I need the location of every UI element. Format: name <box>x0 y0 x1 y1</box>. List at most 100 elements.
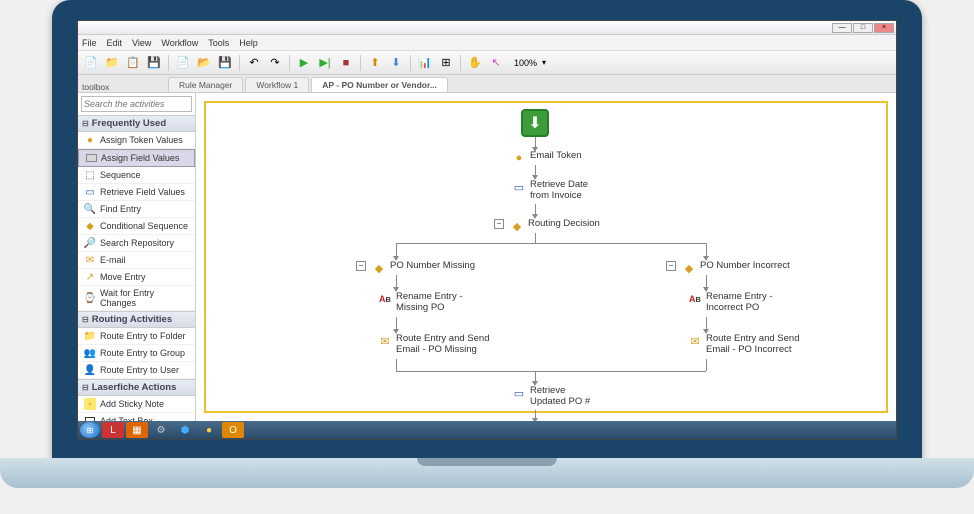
tool-route-user[interactable]: 👤Route Entry to User <box>78 362 195 379</box>
rename-icon: AB <box>688 292 702 306</box>
tb-stop-icon[interactable]: ■ <box>337 54 355 72</box>
taskbar-app-3[interactable]: ⚙ <box>150 422 172 438</box>
tool-text-box[interactable]: Add Text Box <box>78 413 195 421</box>
close-button[interactable]: × <box>874 23 894 33</box>
tb-new-icon[interactable]: 📄 <box>174 54 192 72</box>
tb-icon-4[interactable]: 💾 <box>145 54 163 72</box>
menu-view[interactable]: View <box>132 38 151 48</box>
category-routing[interactable]: Routing Activities <box>78 311 195 328</box>
tb-check-icon[interactable]: ⬇ <box>387 54 405 72</box>
conditional-icon: ◆ <box>84 220 96 232</box>
document-tabs: toolbox Rule Manager Workflow 1 AP - PO … <box>78 75 896 93</box>
menu-edit[interactable]: Edit <box>107 38 123 48</box>
email-icon: ✉ <box>84 254 96 266</box>
retrieve-icon: ▭ <box>512 386 526 400</box>
tb-save-icon[interactable]: 💾 <box>216 54 234 72</box>
tool-route-group[interactable]: 👥Route Entry to Group <box>78 345 195 362</box>
tool-route-folder[interactable]: 📁Route Entry to Folder <box>78 328 195 345</box>
tool-sequence[interactable]: ⬚Sequence <box>78 167 195 184</box>
node-retrieve-po[interactable]: ▭ Retrieve Updated PO # <box>512 386 590 408</box>
tool-find-entry[interactable]: 🔍Find Entry <box>78 201 195 218</box>
route-folder-icon: 📁 <box>84 330 96 342</box>
tb-open-icon[interactable]: 📂 <box>195 54 213 72</box>
node-po-incorrect[interactable]: − ◆ PO Number Incorrect <box>666 261 790 275</box>
app-window: — □ × File Edit View Workflow Tools Help… <box>77 20 897 440</box>
tool-sticky-note[interactable]: ▪Add Sticky Note <box>78 396 195 413</box>
node-rename-incorrect[interactable]: AB Rename Entry - Incorrect PO <box>688 292 773 314</box>
wait-icon: ⌚ <box>84 292 96 304</box>
move-icon: ↗ <box>84 271 96 283</box>
start-arrow-icon: ⬇ <box>528 113 541 133</box>
diamond-icon: ◆ <box>372 261 386 275</box>
collapse-icon[interactable]: − <box>494 219 504 229</box>
taskbar-app-6[interactable]: O <box>222 422 244 438</box>
tab-workflow-1[interactable]: Workflow 1 <box>245 77 309 92</box>
node-routing-decision[interactable]: − ◆ Routing Decision <box>494 219 600 233</box>
minimize-button[interactable]: — <box>832 23 852 33</box>
taskbar-app-5[interactable]: ● <box>198 422 220 438</box>
tb-redo-icon[interactable]: ↷ <box>266 54 284 72</box>
node-route-incorrect[interactable]: ✉ Route Entry and Send Email - PO Incorr… <box>688 334 799 356</box>
tb-cursor-icon[interactable]: ↖ <box>487 54 505 72</box>
tool-assign-field[interactable]: Assign Field Values <box>78 149 195 167</box>
retrieve-icon: ▭ <box>84 186 96 198</box>
menu-help[interactable]: Help <box>239 38 258 48</box>
tab-rule-manager[interactable]: Rule Manager <box>168 77 243 92</box>
zoom-level[interactable]: 100% <box>514 58 537 68</box>
sequence-icon: ⬚ <box>84 169 96 181</box>
workflow-canvas[interactable]: ⬇ ● Email Token ▭ Retrieve Date from <box>196 93 896 421</box>
find-icon: 🔍 <box>84 203 96 215</box>
menu-workflow[interactable]: Workflow <box>161 38 198 48</box>
route-user-icon: 👤 <box>84 364 96 376</box>
tb-icon-3[interactable]: 📋 <box>124 54 142 72</box>
node-route-missing[interactable]: ✉ Route Entry and Send Email - PO Missin… <box>378 334 489 356</box>
toolbox-label: toolbox <box>82 82 109 92</box>
category-frequently-used[interactable]: Frequently Used <box>78 115 195 132</box>
menu-file[interactable]: File <box>82 38 97 48</box>
retrieve-icon: ▭ <box>512 180 526 194</box>
menu-tools[interactable]: Tools <box>208 38 229 48</box>
tb-undo-icon[interactable]: ↶ <box>245 54 263 72</box>
collapse-icon[interactable]: − <box>356 261 366 271</box>
search-repo-icon: 🔎 <box>84 237 96 249</box>
collapse-icon[interactable]: − <box>666 261 676 271</box>
window-titlebar: — □ × <box>78 21 896 35</box>
tb-icon-1[interactable]: 📄 <box>82 54 100 72</box>
tb-step-icon[interactable]: ▶| <box>316 54 334 72</box>
tool-conditional[interactable]: ◆Conditional Sequence <box>78 218 195 235</box>
category-laserfiche[interactable]: Laserfiche Actions <box>78 379 195 396</box>
taskbar-app-2[interactable]: ▦ <box>126 422 148 438</box>
start-node[interactable]: ⬇ <box>521 109 549 137</box>
tb-hand-icon[interactable]: ✋ <box>466 54 484 72</box>
tool-wait-entry[interactable]: ⌚Wait for Entry Changes <box>78 286 195 311</box>
windows-taskbar: ⊞ L ▦ ⚙ ⬢ ● O <box>78 421 896 439</box>
taskbar-app-4[interactable]: ⬢ <box>174 422 196 438</box>
search-input[interactable] <box>81 96 192 112</box>
tb-chart-icon[interactable]: 📊 <box>416 54 434 72</box>
node-rename-missing[interactable]: AB Rename Entry - Missing PO <box>378 292 463 314</box>
start-button[interactable]: ⊞ <box>80 422 100 438</box>
tab-ap-po[interactable]: AP - PO Number or Vendor... <box>311 77 448 92</box>
token-icon: ● <box>84 134 96 146</box>
taskbar-app-1[interactable]: L <box>102 422 124 438</box>
node-email-token[interactable]: ● Email Token <box>512 151 582 165</box>
tb-grid-icon[interactable]: ⊞ <box>437 54 455 72</box>
maximize-button[interactable]: □ <box>853 23 873 33</box>
main-toolbar: 📄 📁 📋 💾 📄 📂 💾 ↶ ↷ ▶ ▶| ■ ⬆ ⬇ 📊 <box>78 51 896 75</box>
rename-icon: AB <box>378 292 392 306</box>
tool-assign-token[interactable]: ●Assign Token Values <box>78 132 195 149</box>
diamond-icon: ◆ <box>682 261 696 275</box>
tool-move-entry[interactable]: ↗Move Entry <box>78 269 195 286</box>
envelope-icon: ✉ <box>378 334 392 348</box>
tool-email[interactable]: ✉E-mail <box>78 252 195 269</box>
tool-search-repo[interactable]: 🔎Search Repository <box>78 235 195 252</box>
tb-icon-2[interactable]: 📁 <box>103 54 121 72</box>
node-retrieve-date[interactable]: ▭ Retrieve Date from Invoice <box>512 180 588 202</box>
tool-retrieve-field[interactable]: ▭Retrieve Field Values <box>78 184 195 201</box>
node-po-missing[interactable]: − ◆ PO Number Missing <box>356 261 475 275</box>
activity-toolbox: Frequently Used ●Assign Token Values Ass… <box>78 93 196 421</box>
tb-play-icon[interactable]: ▶ <box>295 54 313 72</box>
sticky-icon: ▪ <box>84 398 96 410</box>
tb-publish-icon[interactable]: ⬆ <box>366 54 384 72</box>
field-icon <box>85 152 97 164</box>
